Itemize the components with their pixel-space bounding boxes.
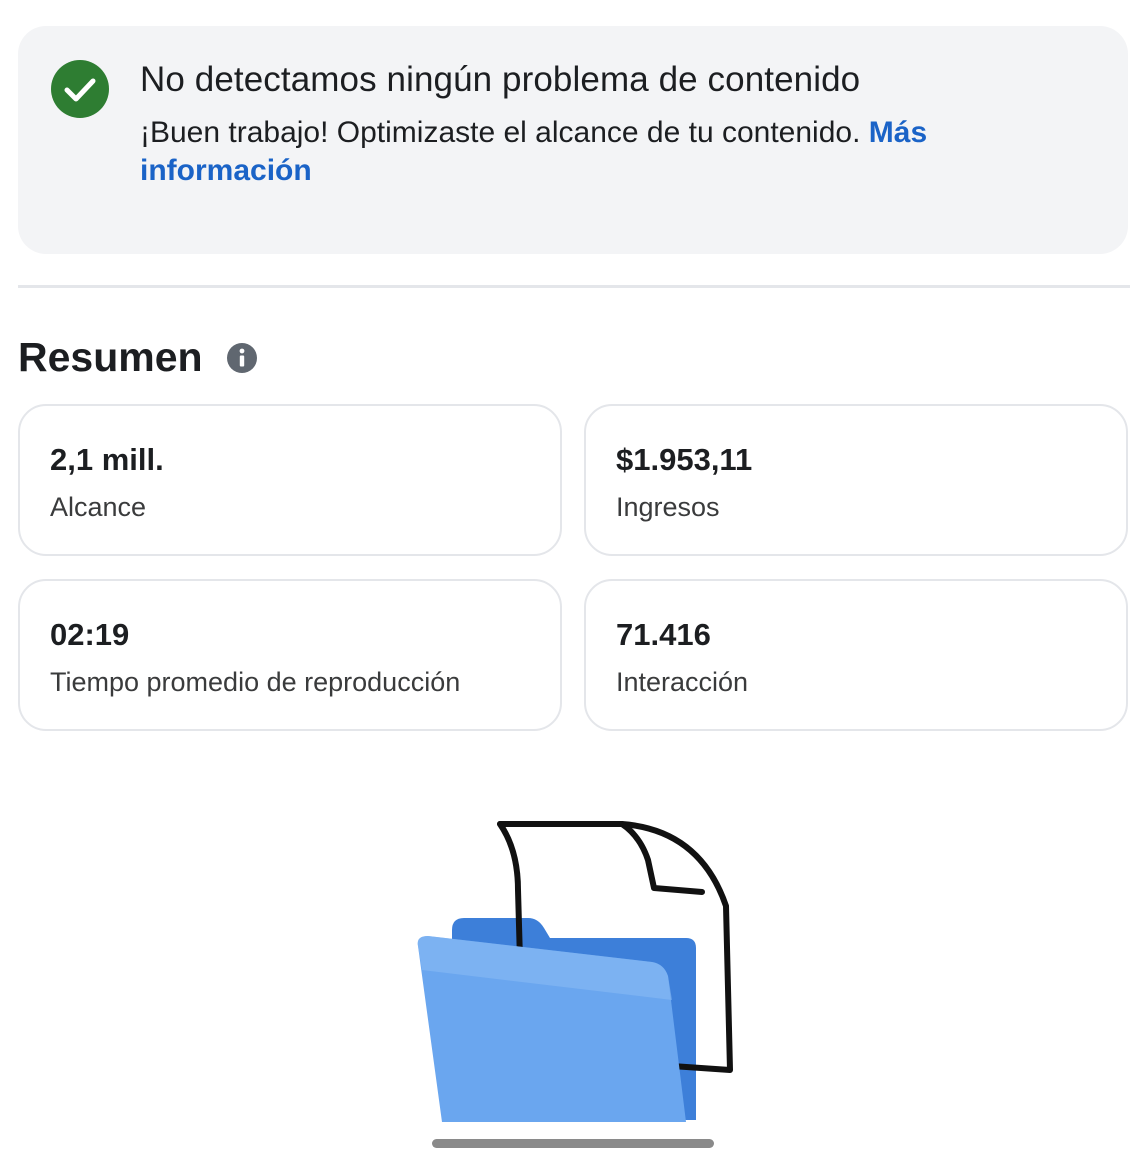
divider	[18, 285, 1130, 288]
check-circle-icon	[51, 60, 109, 118]
status-banner: No detectamos ningún problema de conteni…	[18, 26, 1128, 254]
metric-value: $1.953,11	[616, 442, 753, 477]
metric-card-reach[interactable]: 2,1 mill. Alcance	[18, 404, 562, 556]
metric-card-engagement[interactable]: 71.416 Interacción	[584, 579, 1128, 731]
banner-message: ¡Buen trabajo! Optimizaste el alcance de…	[140, 114, 1040, 190]
metric-value: 71.416	[616, 617, 711, 652]
metric-card-revenue[interactable]: $1.953,11 Ingresos	[584, 404, 1128, 556]
metric-label: Interacción	[616, 667, 749, 697]
home-indicator[interactable]	[432, 1139, 714, 1148]
metric-label: Alcance	[50, 492, 147, 522]
metric-label: Tiempo promedio de reproducción	[50, 667, 461, 697]
banner-title: No detectamos ningún problema de conteni…	[140, 60, 861, 99]
metric-card-avg-watch-time[interactable]: 02:19 Tiempo promedio de reproducción	[18, 579, 562, 731]
metric-value: 2,1 mill.	[50, 442, 164, 477]
banner-message-text: ¡Buen trabajo! Optimizaste el alcance de…	[140, 116, 861, 149]
info-icon[interactable]	[226, 342, 258, 374]
summary-title: Resumen	[18, 334, 203, 380]
metric-value: 02:19	[50, 617, 130, 652]
folder-with-document-icon	[417, 821, 733, 1122]
metric-label: Ingresos	[616, 492, 720, 522]
